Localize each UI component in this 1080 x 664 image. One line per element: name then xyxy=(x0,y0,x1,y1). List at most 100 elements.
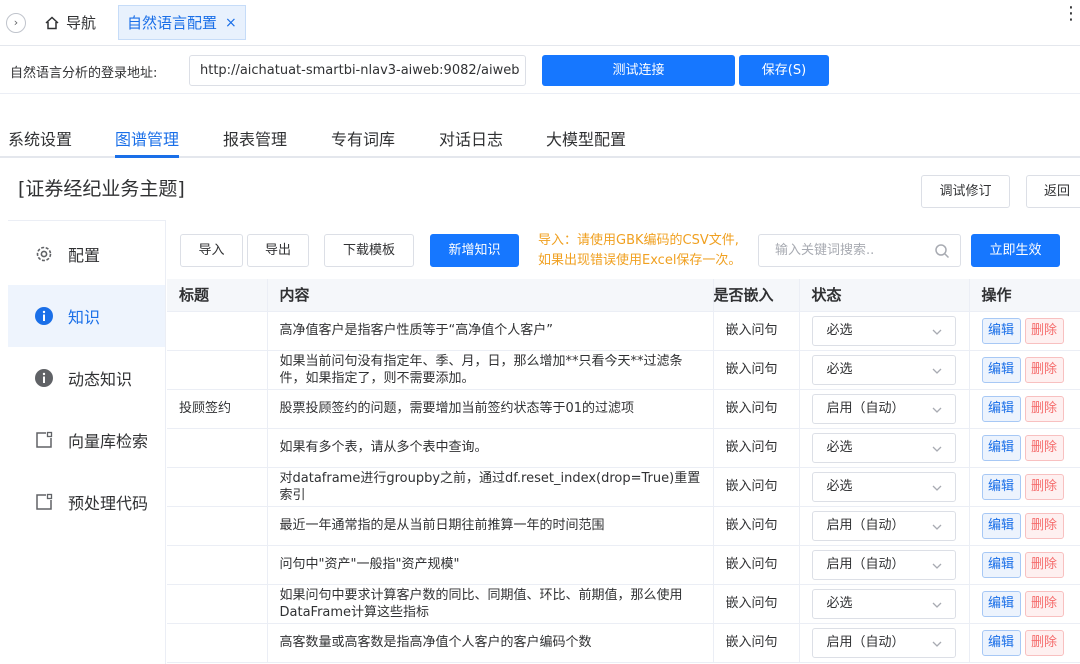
row-title xyxy=(167,584,268,624)
download-template-button[interactable]: 下载模板 xyxy=(324,234,414,267)
status-select-value: 启用（自动） xyxy=(826,517,905,533)
save-button[interactable]: 保存(S) xyxy=(739,55,829,86)
sidebar-item-vector-search[interactable]: 向量库检索 xyxy=(8,409,165,471)
edit-button[interactable]: 编辑 xyxy=(981,512,1021,539)
row-status-cell: 启用（自动） xyxy=(799,623,970,663)
add-knowledge-button[interactable]: 新增知识 xyxy=(430,234,519,267)
status-select-value: 必选 xyxy=(826,322,853,338)
edit-button[interactable]: 编辑 xyxy=(981,590,1021,617)
status-select[interactable]: 必选 xyxy=(811,354,956,385)
table-row: 如果有多个表，请从多个表中查询。 嵌入问句 必选 编辑 删除 xyxy=(167,428,1080,468)
close-icon[interactable]: × xyxy=(225,15,237,31)
status-select[interactable]: 启用（自动） xyxy=(811,510,956,541)
tab-llm-config[interactable]: 大模型配置 xyxy=(546,126,626,150)
debug-revise-button[interactable]: 调试修订 xyxy=(921,175,1010,208)
table-row: 最近一年通常指的是从当前日期往前推算一年的时间范围 嵌入问句 启用（自动） 编辑 删除 xyxy=(167,506,1080,546)
status-select-value: 启用（自动） xyxy=(826,556,905,572)
row-embed: 嵌入问句 xyxy=(713,545,800,585)
sidebar-item-label: 配置 xyxy=(68,246,101,265)
row-status-cell: 必选 xyxy=(799,428,970,468)
sidebar-item-dynamic-knowledge[interactable]: 动态知识 xyxy=(8,347,165,409)
row-content: 高客数量或高客数是指高净值个人客户的客户编码个数 xyxy=(267,623,714,663)
column-header-title: 标题 xyxy=(167,279,268,312)
login-url-input[interactable]: http://aichatuat-smartbi-nlav3-aiweb:908… xyxy=(189,55,526,86)
chevron-down-icon xyxy=(932,602,941,608)
export-button[interactable]: 导出 xyxy=(247,234,309,267)
tab-navigation[interactable]: 导航 xyxy=(36,6,104,39)
row-content: 如果当前问句没有指定年、季、月，日，那么增加**只看今天**过滤条件，如果指定了… xyxy=(267,350,714,390)
edit-button[interactable]: 编辑 xyxy=(981,317,1021,344)
table-row: 高净值客户是指客户性质等于“高净值个人客户” 嵌入问句 必选 编辑 删除 xyxy=(167,311,1080,351)
row-content: 如果问句中要求计算客户数的同比、同期值、环比、前期值，那么使用DataFrame… xyxy=(267,584,714,624)
row-status-cell: 必选 xyxy=(799,584,970,624)
tab-system-settings[interactable]: 系统设置 xyxy=(8,126,72,150)
edit-button[interactable]: 编辑 xyxy=(981,395,1021,422)
box-icon xyxy=(34,492,54,512)
row-status-cell: 必选 xyxy=(799,467,970,507)
table-row: 如果当前问句没有指定年、季、月，日，那么增加**只看今天**过滤条件，如果指定了… xyxy=(167,350,1080,390)
tab-report-management[interactable]: 报表管理 xyxy=(223,126,287,150)
delete-button[interactable]: 删除 xyxy=(1024,590,1064,617)
status-select-value: 必选 xyxy=(826,595,853,611)
more-vertical-icon[interactable]: ⋮ xyxy=(1062,5,1080,23)
row-content: 问句中"资产"一般指"资产规模" xyxy=(267,545,714,585)
row-title xyxy=(167,428,268,468)
tab-lexicon[interactable]: 专有词库 xyxy=(331,126,395,150)
status-select[interactable]: 启用（自动） xyxy=(811,627,956,658)
status-select[interactable]: 启用（自动） xyxy=(811,393,956,424)
status-select[interactable]: 启用（自动） xyxy=(811,549,956,580)
row-embed: 嵌入问句 xyxy=(713,623,800,663)
box-icon xyxy=(34,430,54,450)
edit-button[interactable]: 编辑 xyxy=(981,629,1021,656)
status-select[interactable]: 必选 xyxy=(811,588,956,619)
login-url-label: 自然语言分析的登录地址: xyxy=(10,66,158,81)
info-icon xyxy=(34,368,54,388)
row-actions: 编辑 删除 xyxy=(969,350,1080,390)
delete-button[interactable]: 删除 xyxy=(1024,629,1064,656)
delete-button[interactable]: 删除 xyxy=(1024,317,1064,344)
tab-nlp-config[interactable]: 自然语言配置 × xyxy=(118,5,246,40)
tab-dialog-log[interactable]: 对话日志 xyxy=(439,126,503,150)
delete-button[interactable]: 删除 xyxy=(1024,356,1064,383)
row-content: 高净值客户是指客户性质等于“高净值个人客户” xyxy=(267,311,714,351)
status-select[interactable]: 必选 xyxy=(811,432,956,463)
sidebar-item-label: 动态知识 xyxy=(68,370,133,389)
search-input[interactable]: 输入关键词搜索.. xyxy=(758,234,961,267)
back-button[interactable]: 返回 xyxy=(1026,175,1080,208)
sidebar-item-config[interactable]: 配置 xyxy=(8,223,165,285)
edit-button[interactable]: 编辑 xyxy=(981,551,1021,578)
delete-button[interactable]: 删除 xyxy=(1024,434,1064,461)
edit-button[interactable]: 编辑 xyxy=(981,356,1021,383)
row-content: 对dataframe进行groupby之前，通过df.reset_index(d… xyxy=(267,467,714,507)
row-embed: 嵌入问句 xyxy=(713,506,800,546)
apply-now-button[interactable]: 立即生效 xyxy=(971,234,1060,267)
status-select[interactable]: 必选 xyxy=(811,315,956,346)
row-embed: 嵌入问句 xyxy=(713,311,800,351)
sidebar-item-label: 预处理代码 xyxy=(68,494,149,513)
subject-title: [证券经纪业务主题] xyxy=(18,178,185,200)
sidebar-item-label: 知识 xyxy=(68,308,101,327)
row-actions: 编辑 删除 xyxy=(969,467,1080,507)
gear-icon xyxy=(34,244,54,264)
sidebar-item-preprocess-code[interactable]: 预处理代码 xyxy=(8,471,165,533)
import-button[interactable]: 导入 xyxy=(180,234,243,267)
delete-button[interactable]: 删除 xyxy=(1024,473,1064,500)
delete-button[interactable]: 删除 xyxy=(1024,551,1064,578)
delete-button[interactable]: 删除 xyxy=(1024,512,1064,539)
row-title xyxy=(167,506,268,546)
row-status-cell: 启用（自动） xyxy=(799,389,970,429)
row-status-cell: 启用（自动） xyxy=(799,545,970,585)
row-embed: 嵌入问句 xyxy=(713,467,800,507)
chevron-down-icon xyxy=(932,641,941,647)
tab-graph-management[interactable]: 图谱管理 xyxy=(115,126,179,150)
edit-button[interactable]: 编辑 xyxy=(981,434,1021,461)
status-select[interactable]: 必选 xyxy=(811,471,956,502)
row-title xyxy=(167,623,268,663)
sidebar-item-knowledge[interactable]: 知识 xyxy=(8,285,165,347)
column-header-actions: 操作 xyxy=(969,279,1080,312)
edit-button[interactable]: 编辑 xyxy=(981,473,1021,500)
table-header-row: 标题 内容 是否嵌入 状态 操作 xyxy=(167,279,1080,312)
collapse-sidebar-button[interactable]: › xyxy=(6,13,26,33)
test-connection-button[interactable]: 测试连接 xyxy=(542,55,735,86)
delete-button[interactable]: 删除 xyxy=(1024,395,1064,422)
